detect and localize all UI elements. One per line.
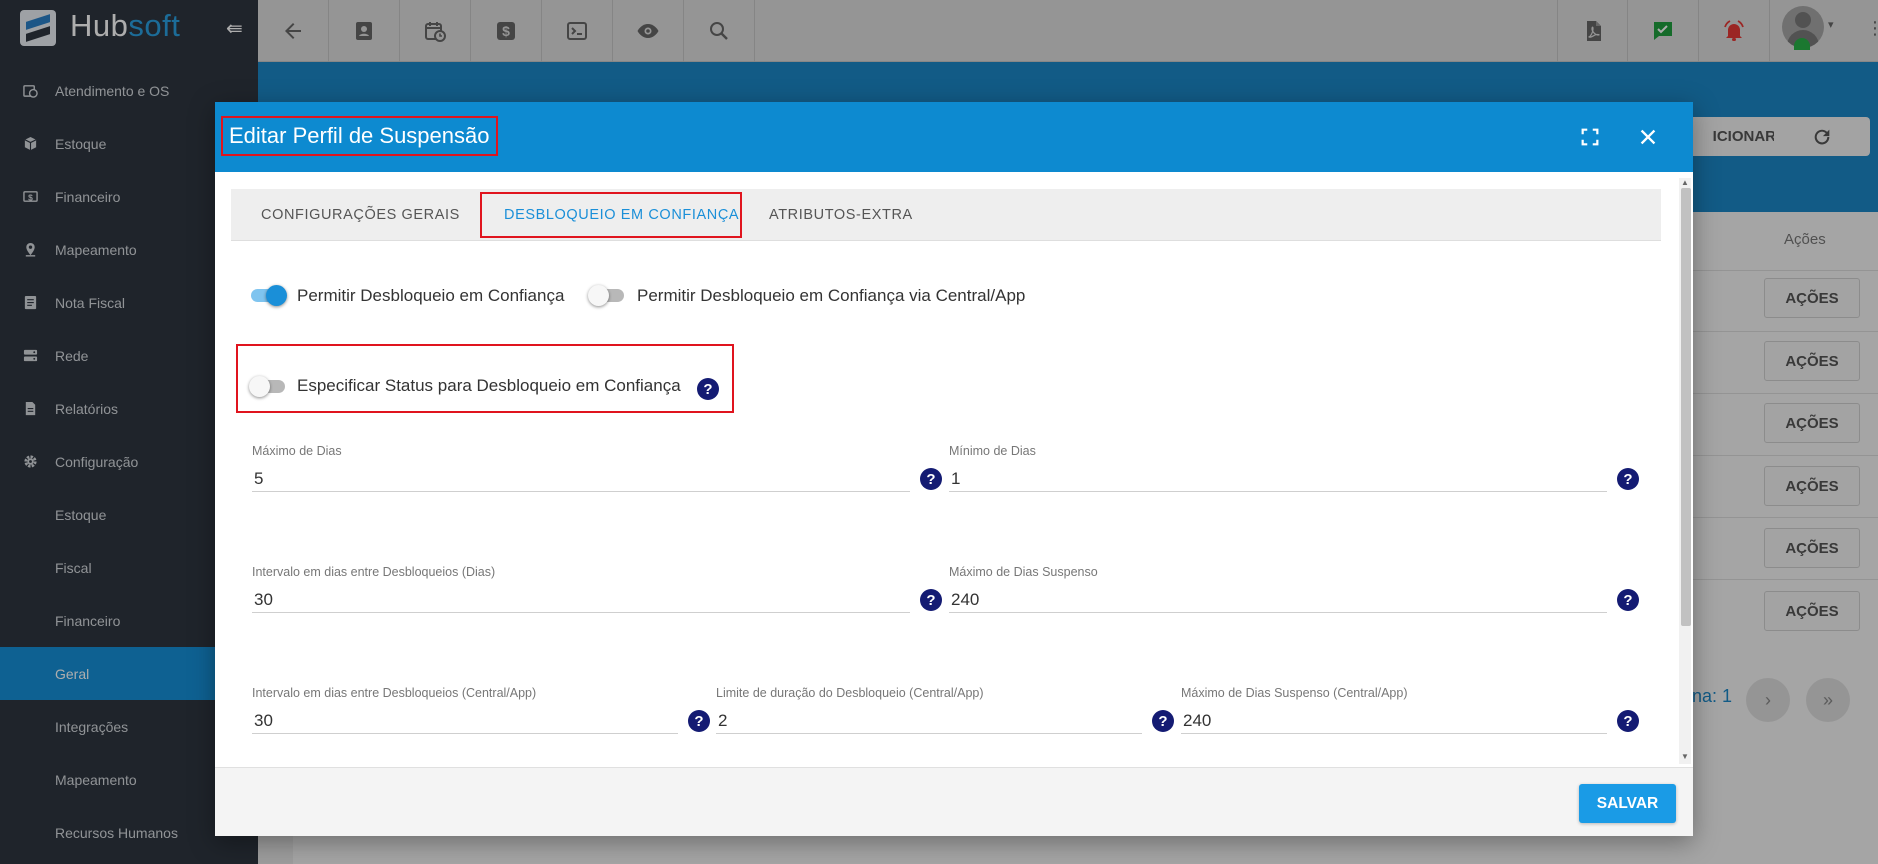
close-button[interactable] — [1635, 124, 1661, 150]
dialog-body: CONFIGURAÇÕES GERAIS DESBLOQUEIO EM CONF… — [215, 172, 1693, 767]
fullscreen-button[interactable] — [1577, 124, 1603, 150]
field-label: Intervalo em dias entre Desbloqueios (Di… — [252, 565, 496, 579]
max-dias-field: Máximo de Dias — [252, 444, 910, 494]
intervalo-dias-input[interactable] — [252, 587, 910, 613]
limite-duracao-app-input[interactable] — [716, 708, 1142, 734]
help-icon[interactable]: ? — [697, 378, 719, 400]
scroll-up-icon[interactable]: ▲ — [1681, 178, 1689, 187]
permitir-desbloqueio-label: Permitir Desbloqueio em Confiança — [297, 286, 565, 305]
especificar-status-label: Especificar Status para Desbloqueio em C… — [297, 376, 681, 395]
field-label: Mínimo de Dias — [949, 444, 1036, 458]
fullscreen-icon — [1581, 128, 1599, 146]
toggle-knob — [249, 376, 270, 397]
edit-suspension-profile-dialog: Editar Perfil de Suspensão CONFIGURAÇÕES… — [215, 102, 1693, 836]
tab-highlight-box — [480, 192, 742, 238]
help-icon[interactable]: ? — [920, 468, 942, 490]
dialog-footer: SALVAR — [215, 767, 1693, 836]
field-label: Limite de duração do Desbloqueio (Centra… — [716, 686, 984, 700]
help-icon[interactable]: ? — [1617, 589, 1639, 611]
permitir-desbloqueio-app-toggle[interactable] — [588, 283, 626, 307]
max-dias-suspenso-input[interactable] — [949, 587, 1607, 613]
tab-atributos-extra[interactable]: ATRIBUTOS-EXTRA — [769, 189, 913, 241]
max-dias-suspenso-field: Máximo de Dias Suspenso — [949, 565, 1607, 615]
permitir-desbloqueio-toggle[interactable] — [249, 283, 287, 307]
max-dias-input[interactable] — [252, 466, 910, 492]
intervalo-dias-field: Intervalo em dias entre Desbloqueios (Di… — [252, 565, 910, 615]
field-label: Intervalo em dias entre Desbloqueios (Ce… — [252, 686, 537, 700]
field-label: Máximo de Dias Suspenso — [949, 565, 1098, 579]
dialog-title: Editar Perfil de Suspensão — [221, 116, 498, 156]
especificar-status-toggle[interactable] — [249, 374, 287, 398]
dialog-header: Editar Perfil de Suspensão — [215, 102, 1693, 172]
toggle-knob — [588, 285, 609, 306]
help-icon[interactable]: ? — [1617, 710, 1639, 732]
help-icon[interactable]: ? — [1617, 468, 1639, 490]
help-icon[interactable]: ? — [920, 589, 942, 611]
permitir-desbloqueio-app-label: Permitir Desbloqueio em Confiança via Ce… — [637, 286, 1026, 305]
help-icon[interactable]: ? — [1152, 710, 1174, 732]
field-label: Máximo de Dias — [252, 444, 342, 458]
max-dias-suspenso-app-field: Máximo de Dias Suspenso (Central/App) — [1181, 686, 1607, 736]
tab-configuracoes-gerais[interactable]: CONFIGURAÇÕES GERAIS — [261, 189, 460, 241]
intervalo-dias-app-field: Intervalo em dias entre Desbloqueios (Ce… — [252, 686, 678, 736]
limite-duracao-app-field: Limite de duração do Desbloqueio (Centra… — [716, 686, 1142, 736]
help-icon[interactable]: ? — [688, 710, 710, 732]
tab-bar: CONFIGURAÇÕES GERAIS DESBLOQUEIO EM CONF… — [231, 189, 1661, 241]
max-dias-suspenso-app-input[interactable] — [1181, 708, 1607, 734]
min-dias-field: Mínimo de Dias — [949, 444, 1607, 494]
scrollbar-thumb[interactable] — [1681, 188, 1691, 626]
field-label: Máximo de Dias Suspenso (Central/App) — [1181, 686, 1408, 700]
min-dias-input[interactable] — [949, 466, 1607, 492]
save-button[interactable]: SALVAR — [1579, 784, 1676, 823]
scroll-down-icon[interactable]: ▼ — [1681, 752, 1689, 761]
intervalo-dias-app-input[interactable] — [252, 708, 678, 734]
toggle-knob — [266, 285, 287, 306]
close-icon — [1640, 129, 1656, 145]
